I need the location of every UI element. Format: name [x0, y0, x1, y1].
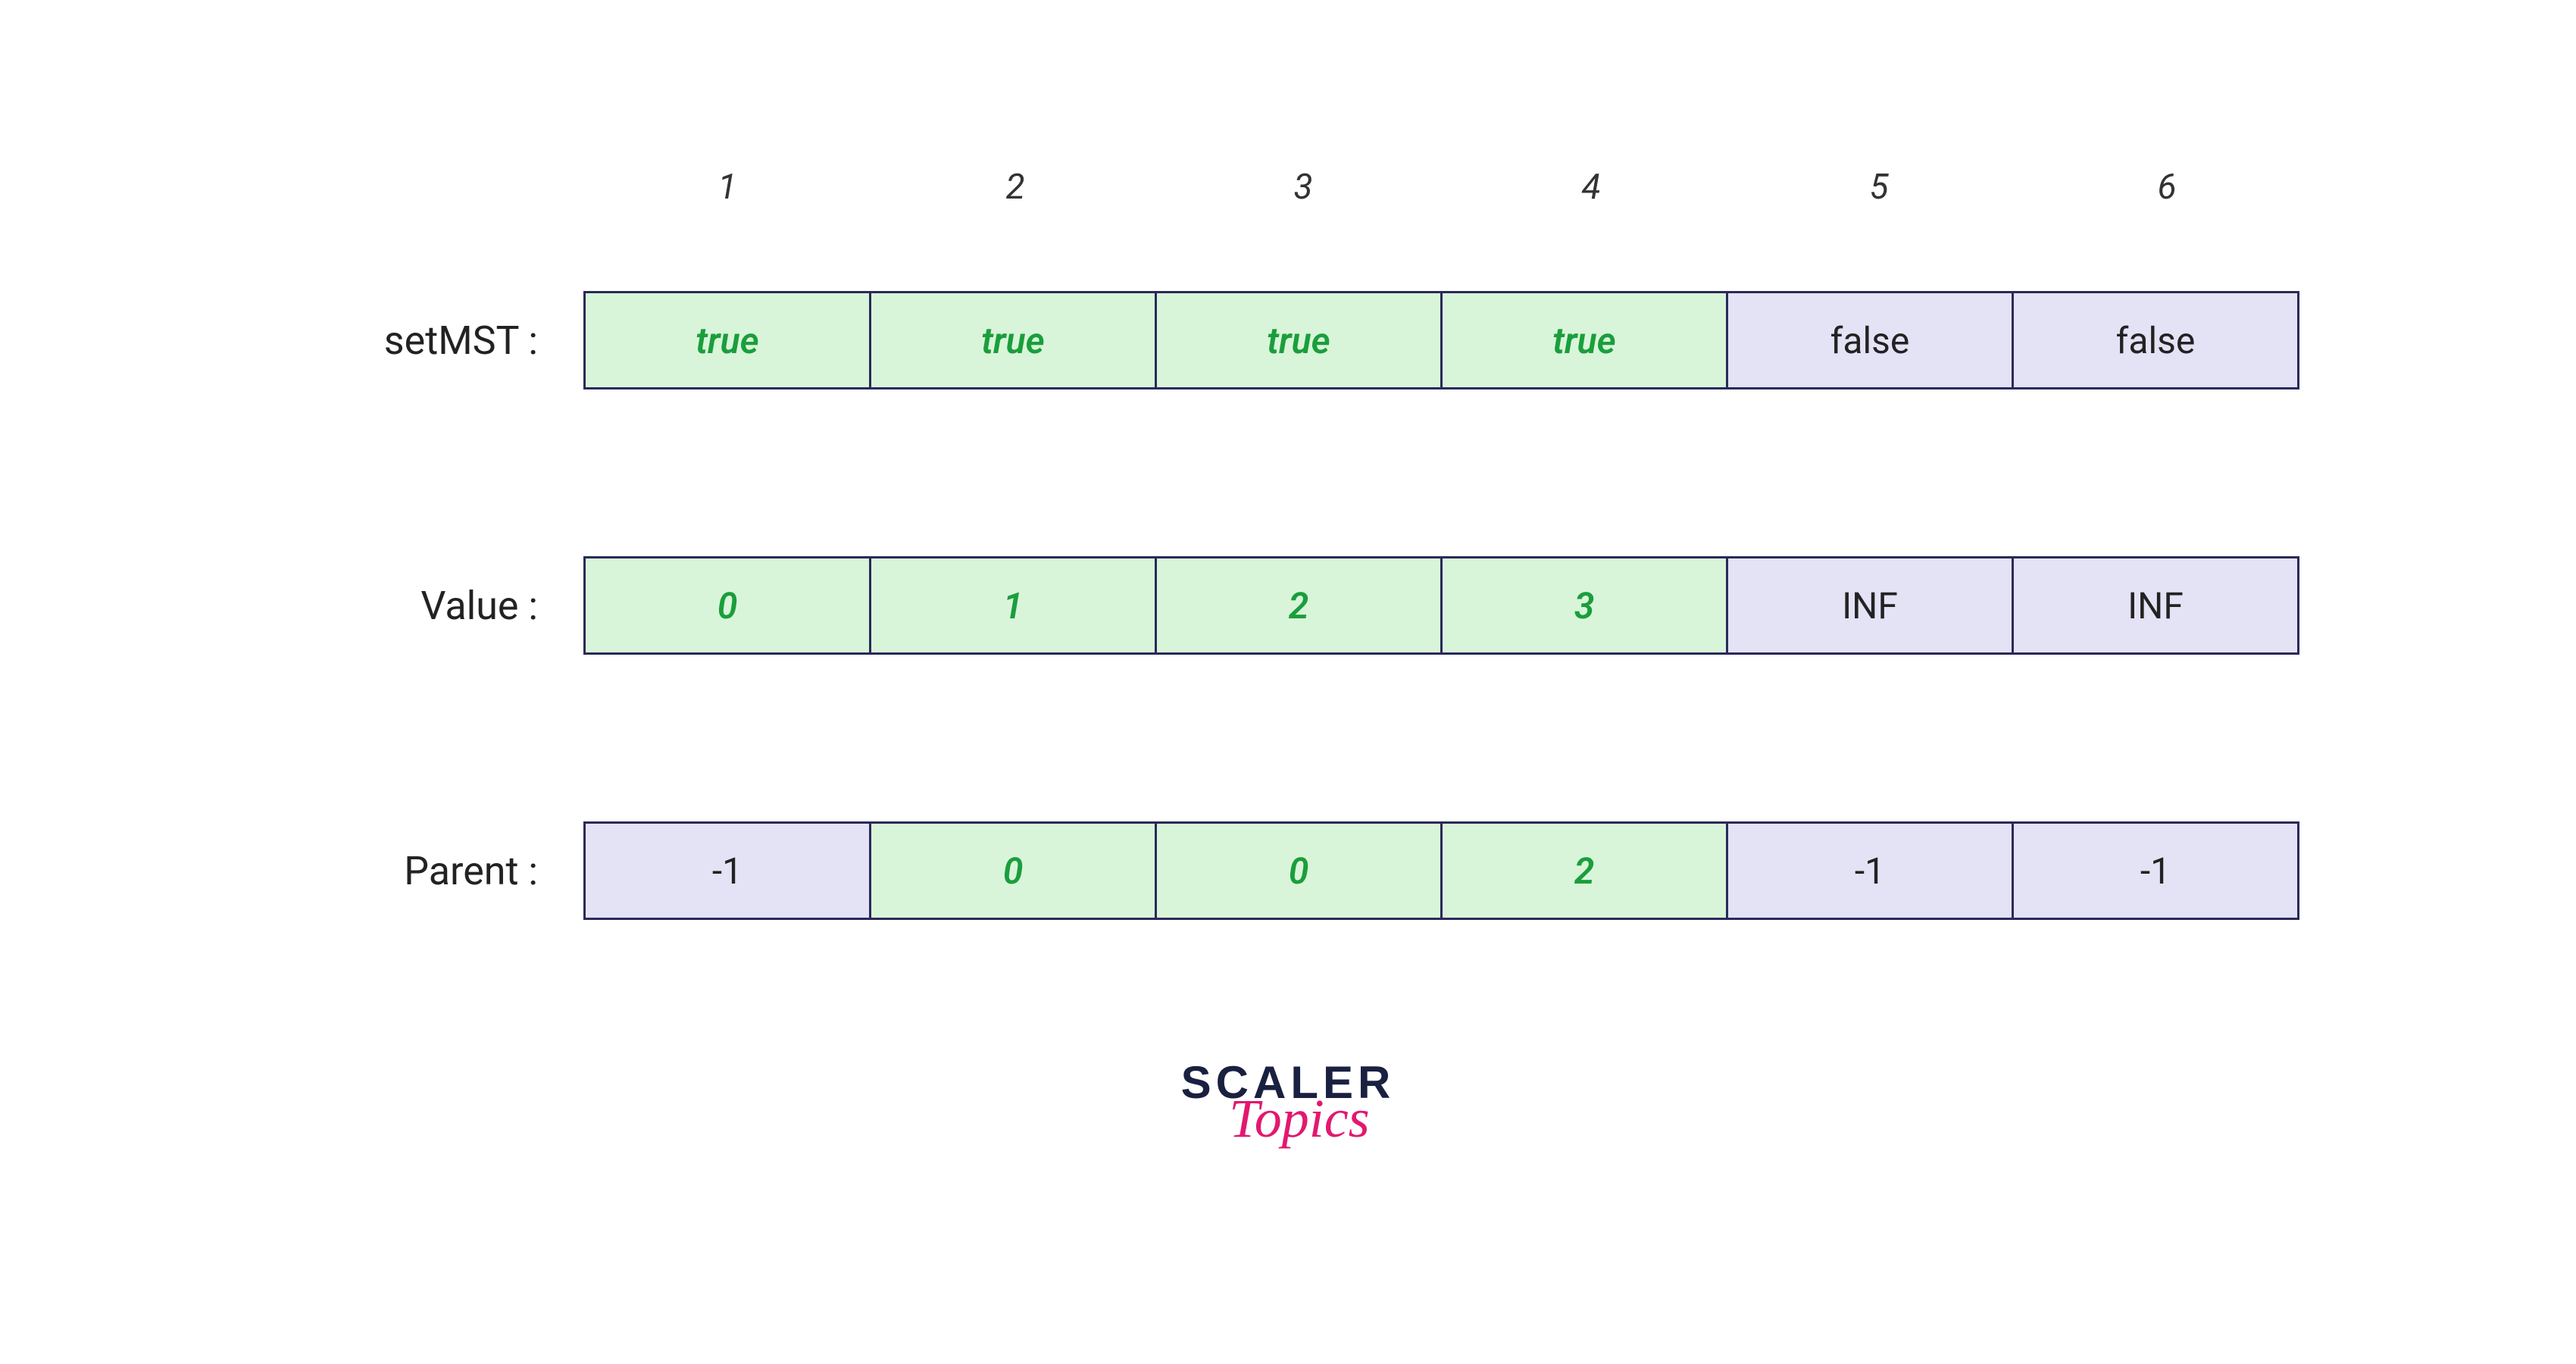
- row-label: setMST :: [265, 318, 583, 364]
- array-cell: 3: [1440, 556, 1728, 655]
- arrays-diagram: 1 2 3 4 5 6 setMST :truetruetruetruefals…: [265, 167, 2311, 920]
- scaler-topics-logo: SCALER Topics: [1181, 1056, 1396, 1150]
- array-row: Parent :-1002-1-1: [265, 821, 2311, 920]
- index-label: 4: [1447, 167, 1735, 208]
- index-label: 6: [2023, 167, 2311, 208]
- array-cell: -1: [2012, 821, 2299, 920]
- index-label: 3: [1159, 167, 1447, 208]
- array-cell: 0: [583, 556, 871, 655]
- array-cell: INF: [2012, 556, 2299, 655]
- array-cells: 0123INFINF: [583, 556, 2299, 655]
- array-cell: true: [1155, 291, 1443, 389]
- array-cells: -1002-1-1: [583, 821, 2299, 920]
- index-row: 1 2 3 4 5 6: [265, 167, 2311, 208]
- index-label: 2: [871, 167, 1159, 208]
- array-cell: 1: [869, 556, 1157, 655]
- array-cell: true: [1440, 291, 1728, 389]
- array-row: setMST :truetruetruetruefalsefalse: [265, 291, 2311, 389]
- array-cell: -1: [1726, 821, 2014, 920]
- array-cell: 2: [1155, 556, 1443, 655]
- index-label: 1: [583, 167, 871, 208]
- logo-line2: Topics: [1229, 1087, 1369, 1150]
- index-label: 5: [1735, 167, 2023, 208]
- row-label: Value :: [265, 583, 583, 629]
- array-row: Value :0123INFINF: [265, 556, 2311, 655]
- array-cell: INF: [1726, 556, 2014, 655]
- array-cell: false: [1726, 291, 2014, 389]
- array-cell: 0: [1155, 821, 1443, 920]
- array-cells: truetruetruetruefalsefalse: [583, 291, 2299, 389]
- array-cell: false: [2012, 291, 2299, 389]
- array-cell: true: [583, 291, 871, 389]
- array-cell: true: [869, 291, 1157, 389]
- array-cell: -1: [583, 821, 871, 920]
- array-cell: 2: [1440, 821, 1728, 920]
- array-cell: 0: [869, 821, 1157, 920]
- row-label: Parent :: [265, 848, 583, 894]
